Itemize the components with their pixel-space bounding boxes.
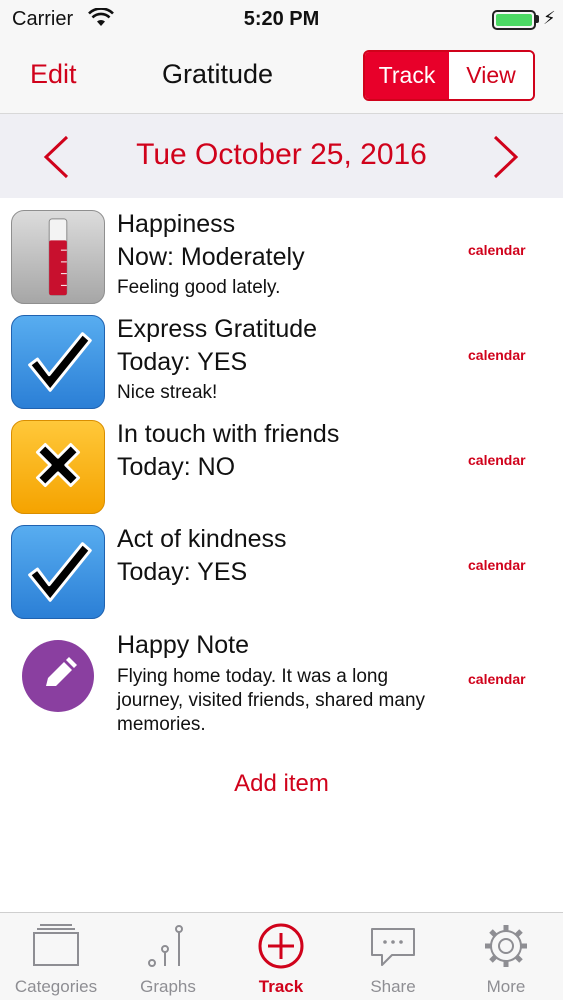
list-item[interactable]: Happiness Now: Moderately Feeling good l… (0, 198, 563, 304)
battery-tip (536, 15, 539, 23)
item-status: Today: NO (117, 453, 236, 481)
item-subtitle: Nice streak! (117, 382, 218, 403)
current-date[interactable]: Tue October 25, 2016 (0, 138, 563, 172)
graphs-icon (148, 925, 183, 967)
tab-share[interactable]: Share (337, 913, 449, 1000)
date-bar: Tue October 25, 2016 (0, 114, 563, 198)
tab-label: Categories (14, 977, 98, 996)
calendar-link[interactable]: calendar (468, 671, 526, 687)
edit-button[interactable]: Edit (30, 59, 77, 90)
checkmark-icon[interactable] (11, 525, 105, 619)
calendar-link[interactable]: calendar (468, 242, 526, 258)
list-item[interactable]: Act of kindness Today: YES calendar (0, 513, 563, 619)
calendar-link[interactable]: calendar (468, 452, 526, 468)
status-bar: Carrier 5:20 PM ⚡ (0, 0, 563, 40)
item-title: Happiness (117, 210, 236, 238)
tab-categories[interactable]: Categories (0, 913, 112, 1000)
gear-icon (485, 925, 527, 967)
cross-icon[interactable] (11, 420, 105, 514)
item-title: In touch with friends (117, 420, 340, 448)
tab-label: Track (258, 977, 304, 996)
tab-label: Share (370, 977, 416, 996)
page-title: Gratitude (162, 59, 274, 89)
list-item[interactable]: Express Gratitude Today: YES Nice streak… (0, 303, 563, 409)
tab-label: Graphs (140, 977, 196, 996)
battery-full-icon (492, 10, 536, 30)
list-item[interactable]: In touch with friends Today: NO calendar (0, 408, 563, 514)
calendar-link[interactable]: calendar (468, 347, 526, 363)
item-status: Now: Moderately (117, 243, 305, 271)
thermometer-gauge-icon[interactable] (11, 210, 105, 304)
categories-icon (33, 924, 79, 966)
track-view-segmented-control: Track View (363, 50, 535, 101)
item-status: Today: YES (117, 558, 248, 586)
tab-label: More (486, 977, 526, 996)
list-item[interactable]: Happy Note Flying home today. It was a l… (0, 618, 563, 748)
tab-graphs[interactable]: Graphs (112, 913, 224, 1000)
item-title: Act of kindness (117, 525, 287, 553)
tab-track[interactable]: Track (225, 913, 337, 1000)
nav-bar: Edit Gratitude Track View (0, 40, 563, 114)
item-title: Express Gratitude (117, 315, 318, 343)
item-note: Flying home today. It was a long journey… (117, 666, 426, 735)
add-item-button[interactable]: Add item (0, 770, 563, 798)
tab-more[interactable]: More (450, 913, 562, 1000)
pencil-icon[interactable] (22, 640, 94, 712)
segment-track[interactable]: Track (365, 52, 449, 99)
chevron-right-icon[interactable] (490, 134, 522, 180)
charging-bolt-icon: ⚡ (543, 8, 556, 28)
chat-bubble-icon (371, 928, 415, 966)
checkmark-icon[interactable] (11, 315, 105, 409)
calendar-link[interactable]: calendar (468, 557, 526, 573)
status-time: 5:20 PM (243, 8, 320, 30)
tab-bar: Categories Graphs Track Share More (0, 912, 563, 1000)
item-subtitle: Feeling good lately. (117, 277, 281, 298)
item-status: Today: YES (117, 348, 248, 376)
item-title: Happy Note (117, 631, 250, 659)
plus-circle-icon (258, 923, 304, 969)
segment-view[interactable]: View (449, 52, 533, 99)
